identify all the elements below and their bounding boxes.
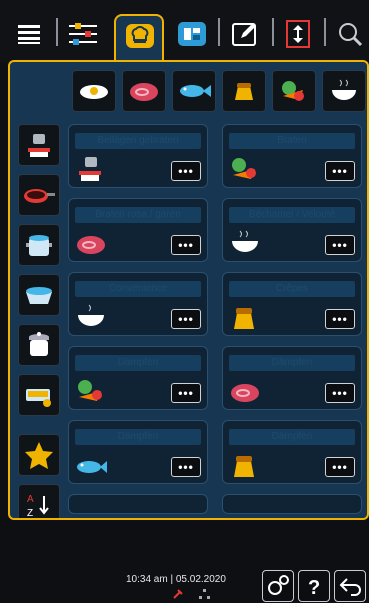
help-icon[interactable]: ? xyxy=(298,570,330,602)
svg-text:Z: Z xyxy=(27,508,33,519)
top-toolbar xyxy=(0,0,369,62)
card-title: Dämpfen xyxy=(229,355,355,371)
card-title: Beilagen gebraten xyxy=(75,133,201,149)
fish-icon[interactable] xyxy=(172,70,216,112)
cooking-path-card[interactable]: Braten rosa / garen ••• xyxy=(68,198,208,262)
card-title: Convenience xyxy=(75,281,201,297)
svg-text:A: A xyxy=(27,494,34,505)
cooking-path-card[interactable]: Dämpfen ••• xyxy=(222,346,362,410)
more-options-button[interactable]: ••• xyxy=(325,457,355,477)
status-datetime: 10:34 am | 05.02.2020 xyxy=(126,574,226,585)
card-title: Braten rosa / garen xyxy=(75,207,201,223)
toolbar-separator xyxy=(272,18,274,46)
sliders-icon[interactable] xyxy=(64,14,104,54)
more-options-button[interactable]: ••• xyxy=(171,235,201,255)
card-title: Béchamel / Velouté xyxy=(229,207,355,223)
sort-az-icon[interactable]: AZ xyxy=(18,484,60,519)
toolbar-separator xyxy=(218,18,220,46)
roasting-pan-icon[interactable] xyxy=(18,274,60,316)
dashboard-icon[interactable] xyxy=(172,14,212,54)
card-title: Dämpfen xyxy=(75,355,201,371)
dessert-icon[interactable] xyxy=(222,70,266,112)
vegetables-icon xyxy=(232,158,256,179)
soup-icon xyxy=(232,230,258,252)
search-icon[interactable] xyxy=(330,14,369,54)
cooking-path-card[interactable]: Dämpfen ••• xyxy=(222,420,362,484)
more-options-button[interactable]: ••• xyxy=(171,309,201,329)
cooking-path-card[interactable]: Dämpfen ••• xyxy=(68,346,208,410)
meat-icon xyxy=(77,236,105,254)
cooking-path-card[interactable]: Braten ••• xyxy=(222,124,362,188)
card-title: Dämpfen xyxy=(229,429,355,445)
cooking-path-card[interactable]: Beilagen gebraten ••• xyxy=(68,124,208,188)
vegetables-icon[interactable] xyxy=(272,70,316,112)
dessert-icon xyxy=(234,456,254,477)
more-options-button[interactable]: ••• xyxy=(325,309,355,329)
settings-gears-icon[interactable] xyxy=(262,570,294,602)
more-options-button[interactable]: ••• xyxy=(171,457,201,477)
service-tool-icon xyxy=(173,589,183,599)
cooking-path-card-partial[interactable] xyxy=(68,494,208,514)
more-options-button[interactable]: ••• xyxy=(325,383,355,403)
back-icon[interactable] xyxy=(334,570,366,602)
cooking-path-card[interactable]: Dämpfen ••• xyxy=(68,420,208,484)
edit-icon[interactable] xyxy=(226,14,266,54)
meat-icon xyxy=(231,384,259,402)
pan-on-burner-icon xyxy=(79,157,101,181)
cooking-path-card-partial[interactable] xyxy=(222,494,362,514)
card-title: Dämpfen xyxy=(75,429,201,445)
more-options-button[interactable]: ••• xyxy=(171,383,201,403)
favorites-star-icon[interactable] xyxy=(18,434,60,476)
status-date: 05.02.2020 xyxy=(175,574,226,585)
status-separator: | xyxy=(170,574,174,585)
frying-pan-icon[interactable] xyxy=(18,174,60,216)
soup-bowl-icon xyxy=(78,304,104,326)
steamer-pot-icon[interactable] xyxy=(18,324,60,366)
cooking-paths-panel: AZ Beilagen gebraten ••• Braten ••• Brat… xyxy=(8,60,369,520)
cooking-path-card[interactable]: Béchamel / Velouté ••• xyxy=(222,198,362,262)
card-title: Crêpes xyxy=(229,281,355,297)
pan-on-burner-icon[interactable] xyxy=(18,124,60,166)
status-time: 10:34 am xyxy=(126,574,168,585)
status-icons xyxy=(172,588,210,600)
height-icon[interactable] xyxy=(278,14,318,54)
fish-icon xyxy=(77,461,107,473)
toolbar-separator xyxy=(56,18,58,46)
fried-egg-icon[interactable] xyxy=(72,70,116,112)
side-category-strip: AZ xyxy=(18,124,60,519)
menu-icon[interactable] xyxy=(10,14,50,54)
gratin-dish-icon[interactable] xyxy=(18,374,60,416)
vegetables-icon xyxy=(78,380,102,401)
more-options-button[interactable]: ••• xyxy=(171,161,201,181)
cooking-path-card[interactable]: Crêpes ••• xyxy=(222,272,362,336)
stock-pot-icon[interactable] xyxy=(18,224,60,266)
dessert-icon xyxy=(234,308,254,329)
soup-icon[interactable] xyxy=(322,70,366,112)
top-category-strip xyxy=(72,70,366,112)
more-options-button[interactable]: ••• xyxy=(325,161,355,181)
cooking-path-card[interactable]: Convenience ••• xyxy=(68,272,208,336)
card-title: Braten xyxy=(229,133,355,149)
meat-icon[interactable] xyxy=(122,70,166,112)
svg-text:?: ? xyxy=(308,577,320,598)
more-options-button[interactable]: ••• xyxy=(325,235,355,255)
chef-hat-icon[interactable] xyxy=(120,16,160,56)
status-bar: 10:34 am | 05.02.2020 ? xyxy=(0,568,369,603)
toolbar-separator xyxy=(324,18,326,46)
network-icon xyxy=(199,589,210,599)
